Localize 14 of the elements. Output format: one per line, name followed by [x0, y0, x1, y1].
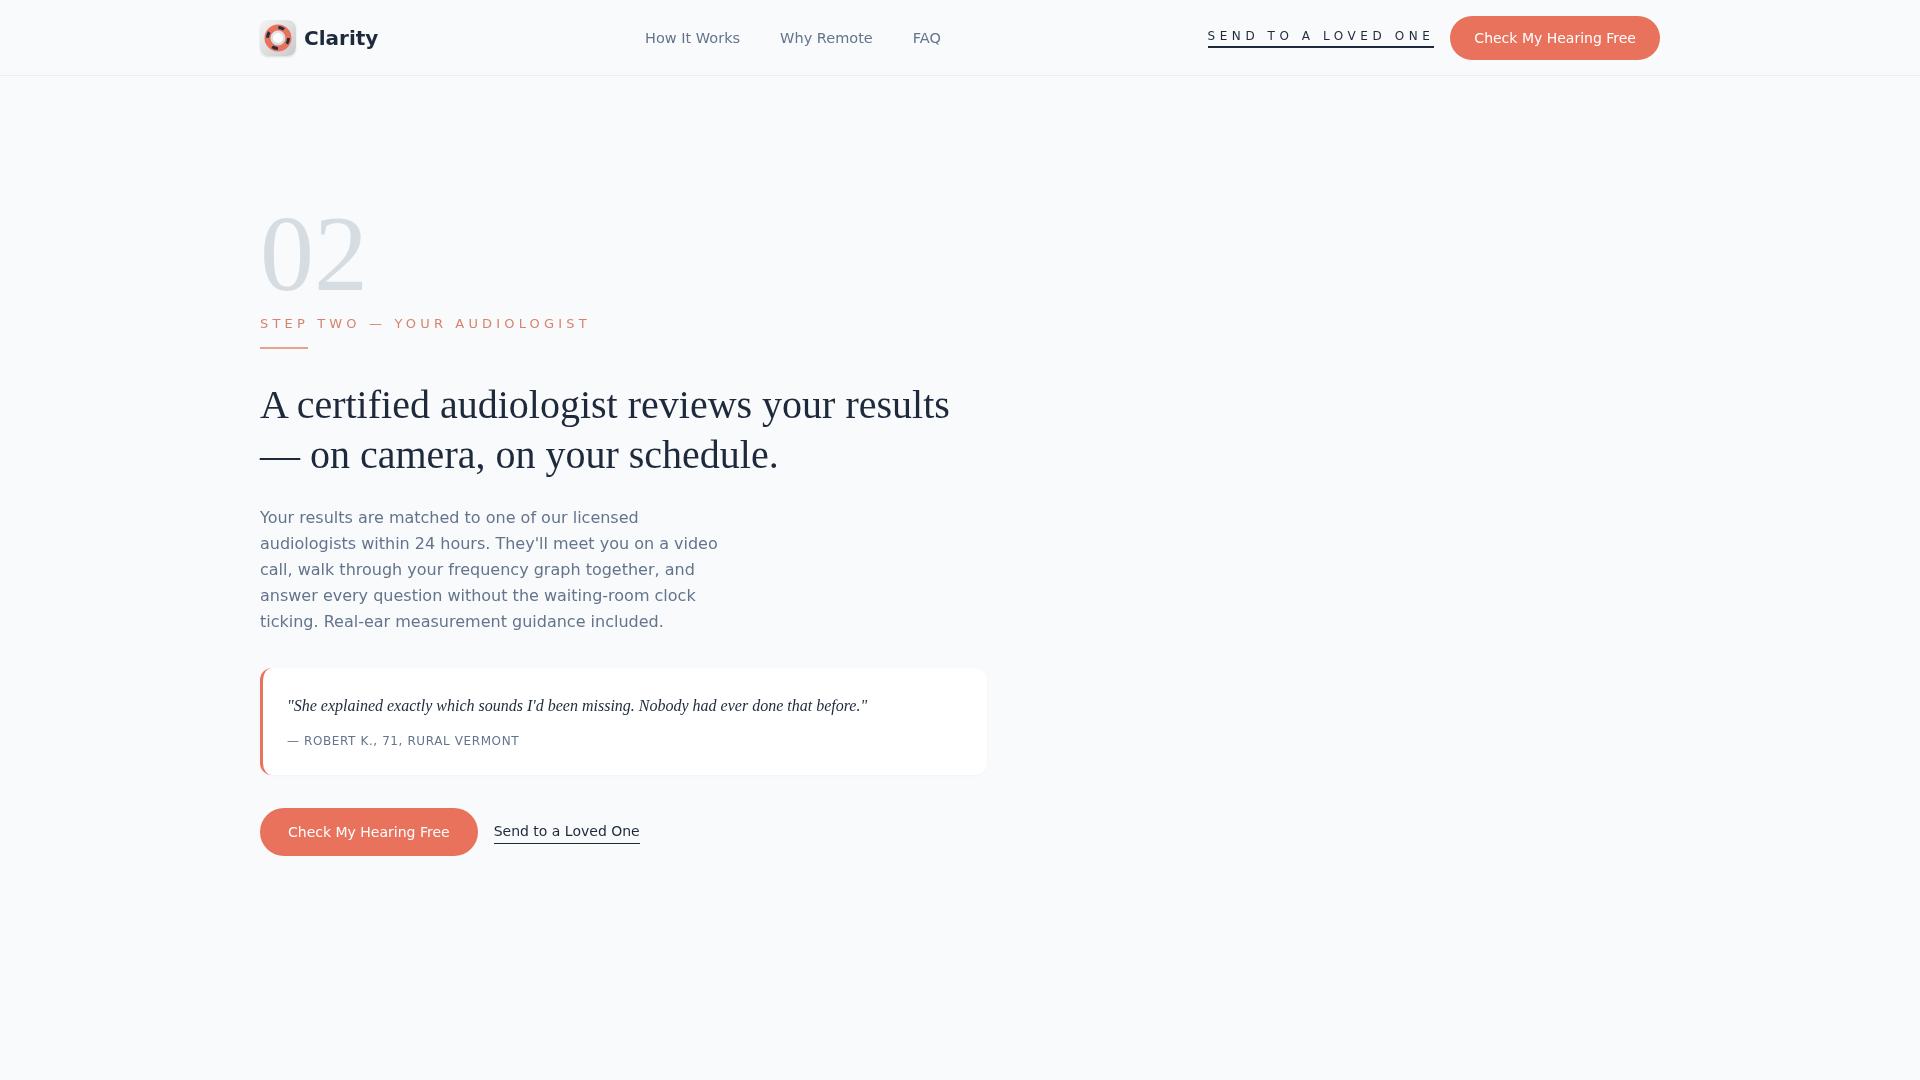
- nav-link[interactable]: How It Works: [645, 27, 741, 48]
- testimonial-quote: "She explained exactly which sounds I'd been missing. Nobody had ever done that before.": [287, 696, 869, 717]
- testimonial-attribution: — ROBERT K., 71, RURAL VERMONT: [287, 733, 521, 750]
- step-eyebrow: STEP TWO — YOUR AUDIOLOGIST: [260, 316, 591, 332]
- step-description: Your results are matched to one of our licensed audiologists within 24 hours. They'll meet you on a video call, walk through your frequency graph together, and answer every question without the waiting-room clock ticking. Real-ear measurement guidance included.: [260, 507, 719, 633]
- check-hearing-button[interactable]: Check My Hearing Free: [260, 808, 478, 856]
- send-to-loved-one-link[interactable]: SEND TO A LOVED ONE: [1207, 27, 1435, 48]
- check-hearing-button[interactable]: Check My Hearing Free: [1450, 15, 1660, 60]
- nav-link[interactable]: Why Remote: [780, 27, 873, 48]
- ring-logo-icon[interactable]: [260, 19, 296, 56]
- brand-name[interactable]: Clarity: [304, 25, 379, 50]
- step-heading: A certified audiologist reviews your results — on camera, on your schedule.: [260, 381, 951, 479]
- nav-link[interactable]: FAQ: [912, 27, 941, 48]
- send-to-loved-one-link[interactable]: Send to a Loved One: [493, 820, 640, 844]
